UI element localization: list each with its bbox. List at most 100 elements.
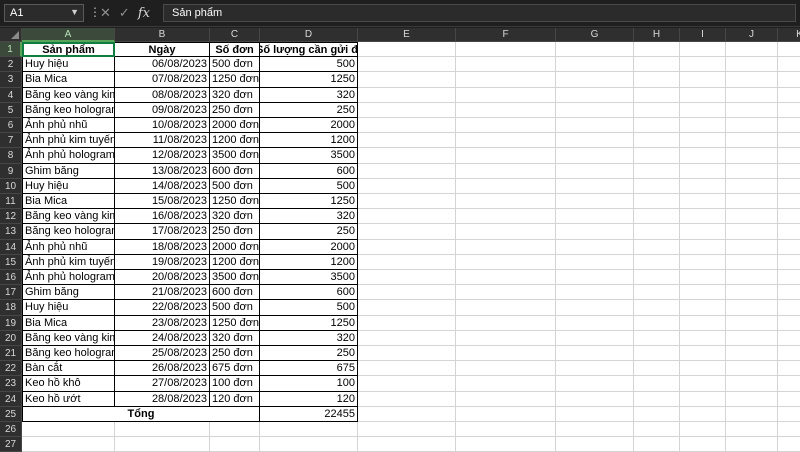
cell-k13[interactable]	[778, 224, 800, 240]
cell-h20[interactable]	[634, 330, 680, 346]
cell-a24[interactable]: Keo hồ ướt	[22, 391, 115, 407]
cell-f14[interactable]	[456, 239, 556, 255]
cell-j24[interactable]	[726, 391, 778, 407]
cell-c16[interactable]: 3500 đơn	[210, 270, 260, 286]
cell-c20[interactable]: 320 đơn	[210, 330, 260, 346]
cell-k5[interactable]	[778, 103, 800, 118]
cell-k4[interactable]	[778, 88, 800, 103]
cell-j25[interactable]	[726, 406, 778, 422]
total-label-cell[interactable]: Tổng	[22, 406, 260, 422]
cell-h13[interactable]	[634, 224, 680, 240]
cell-h6[interactable]	[634, 118, 680, 134]
cell-h19[interactable]	[634, 315, 680, 331]
cell-h26[interactable]	[634, 422, 680, 438]
cell-c18[interactable]: 500 đơn	[210, 300, 260, 316]
cell-c9[interactable]: 600 đơn	[210, 163, 260, 179]
cell-f22[interactable]	[456, 361, 556, 377]
cell-b6[interactable]: 10/08/2023	[115, 118, 210, 134]
cell-d20[interactable]: 320	[260, 330, 358, 346]
cell-k21[interactable]	[778, 346, 800, 362]
cell-c26[interactable]	[210, 422, 260, 438]
cell-c22[interactable]: 675 đơn	[210, 361, 260, 377]
cell-h14[interactable]	[634, 239, 680, 255]
cell-a3[interactable]: Bia Mica	[22, 72, 115, 88]
cell-h10[interactable]	[634, 178, 680, 194]
cell-k20[interactable]	[778, 331, 800, 346]
cell-c11[interactable]: 1250 đơn	[210, 194, 260, 210]
cell-d2[interactable]: 500	[260, 57, 358, 73]
cell-f23[interactable]	[456, 376, 556, 392]
cell-e11[interactable]	[358, 194, 456, 210]
cell-e2[interactable]	[358, 57, 456, 73]
row-header-26[interactable]: 26	[0, 422, 22, 438]
cell-j19[interactable]	[726, 315, 778, 331]
cell-g8[interactable]	[556, 148, 634, 164]
cell-k26[interactable]	[778, 422, 800, 438]
row-header-11[interactable]: 11	[0, 194, 22, 210]
cell-j17[interactable]	[726, 285, 778, 301]
row-header-5[interactable]: 5	[0, 102, 22, 118]
cell-i12[interactable]	[680, 209, 726, 225]
cell-j5[interactable]	[726, 102, 778, 118]
cell-e20[interactable]	[358, 330, 456, 346]
cell-f13[interactable]	[456, 224, 556, 240]
cell-j6[interactable]	[726, 118, 778, 134]
close-icon[interactable]: ✕	[100, 5, 111, 21]
cell-e9[interactable]	[358, 163, 456, 179]
row-header-20[interactable]: 20	[0, 330, 22, 346]
row-header-13[interactable]: 13	[0, 224, 22, 240]
cell-h24[interactable]	[634, 391, 680, 407]
cell-f4[interactable]	[456, 87, 556, 103]
cell-j11[interactable]	[726, 194, 778, 210]
row-header-6[interactable]: 6	[0, 118, 22, 134]
cell-b22[interactable]: 26/08/2023	[115, 361, 210, 377]
cell-e17[interactable]	[358, 285, 456, 301]
row-header-22[interactable]: 22	[0, 361, 22, 377]
cell-h7[interactable]	[634, 133, 680, 149]
column-header-j[interactable]: J	[726, 28, 778, 42]
cell-d16[interactable]: 3500	[260, 270, 358, 286]
cell-c14[interactable]: 2000 đơn	[210, 239, 260, 255]
row-header-7[interactable]: 7	[0, 133, 22, 149]
cell-g22[interactable]	[556, 361, 634, 377]
cell-c8[interactable]: 3500 đơn	[210, 148, 260, 164]
cell-g10[interactable]	[556, 178, 634, 194]
cell-a16[interactable]: Ảnh phủ hologram	[22, 270, 115, 286]
cell-b11[interactable]: 15/08/2023	[115, 194, 210, 210]
cell-g1[interactable]	[556, 42, 634, 58]
cell-f3[interactable]	[456, 72, 556, 88]
cell-j14[interactable]	[726, 239, 778, 255]
cell-g26[interactable]	[556, 422, 634, 438]
cell-f7[interactable]	[456, 133, 556, 149]
cell-h5[interactable]	[634, 102, 680, 118]
cell-d7[interactable]: 1200	[260, 133, 358, 149]
cell-j9[interactable]	[726, 163, 778, 179]
row-header-3[interactable]: 3	[0, 72, 22, 88]
cell-a12[interactable]: Băng keo vàng kim	[22, 209, 115, 225]
cell-j1[interactable]	[726, 42, 778, 58]
cell-j7[interactable]	[726, 133, 778, 149]
cell-g23[interactable]	[556, 376, 634, 392]
cell-i24[interactable]	[680, 391, 726, 407]
cell-b10[interactable]: 14/08/2023	[115, 178, 210, 194]
cell-c2[interactable]: 500 đơn	[210, 57, 260, 73]
cell-b7[interactable]: 11/08/2023	[115, 133, 210, 149]
cell-a5[interactable]: Băng keo hologram	[22, 102, 115, 118]
cell-c12[interactable]: 320 đơn	[210, 209, 260, 225]
cell-i26[interactable]	[680, 422, 726, 438]
cell-d1[interactable]: Số lượng cần gửi đi	[260, 42, 358, 58]
cell-j20[interactable]	[726, 330, 778, 346]
column-header-k[interactable]: K	[778, 28, 800, 42]
cell-i25[interactable]	[680, 406, 726, 422]
cell-a23[interactable]: Keo hồ khô	[22, 376, 115, 392]
cell-i5[interactable]	[680, 102, 726, 118]
cell-k22[interactable]	[778, 361, 800, 377]
cell-g24[interactable]	[556, 391, 634, 407]
column-header-a[interactable]: A	[22, 28, 115, 42]
cell-e4[interactable]	[358, 87, 456, 103]
cell-j2[interactable]	[726, 57, 778, 73]
cell-k19[interactable]	[778, 316, 800, 331]
cell-g3[interactable]	[556, 72, 634, 88]
formula-input[interactable]: Sản phẩm	[163, 4, 796, 22]
column-header-f[interactable]: F	[456, 28, 556, 42]
